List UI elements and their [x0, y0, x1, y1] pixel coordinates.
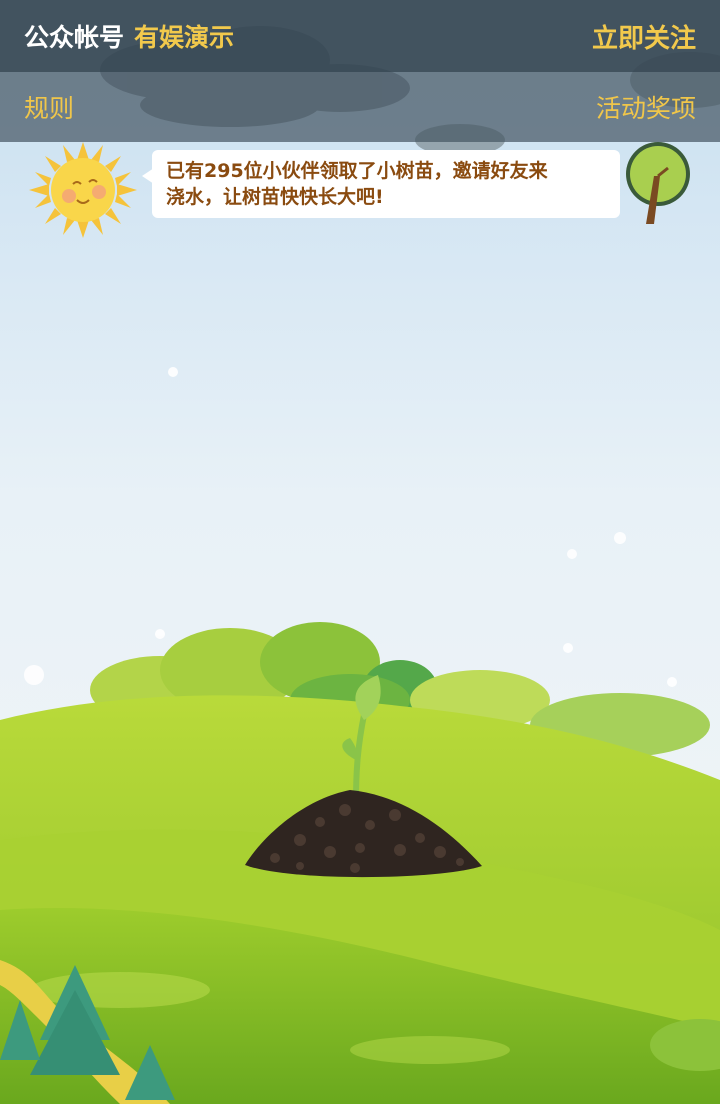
header-bar: 公众帐号 有娱演示 立即关注 [0, 0, 720, 72]
account-info: 公众帐号 有娱演示 [24, 18, 234, 54]
message-line-2: 浇水，让树苗快快长大吧! [166, 186, 384, 208]
tree-icon [626, 142, 690, 224]
message-bubble: 已有295位小伙伴领取了小树苗，邀请好友来 浇水，让树苗快快长大吧! [152, 150, 620, 218]
game-scene: 公众帐号 有娱演示 立即关注 规则 活动奖项 已有295位小伙伴领取了小树苗，邀… [0, 0, 720, 1104]
rules-link[interactable]: 规则 [24, 89, 74, 125]
account-label: 公众帐号 [24, 23, 125, 52]
prizes-link[interactable]: 活动奖项 [596, 89, 696, 125]
tree-button[interactable] [620, 140, 696, 230]
sun-icon [29, 142, 137, 238]
account-name[interactable]: 有娱演示 [134, 23, 234, 52]
follow-button[interactable]: 立即关注 [592, 18, 696, 55]
sub-nav-bar: 规则 活动奖项 [0, 72, 720, 142]
message-line-1: 已有295位小伙伴领取了小树苗，邀请好友来 [166, 160, 548, 182]
